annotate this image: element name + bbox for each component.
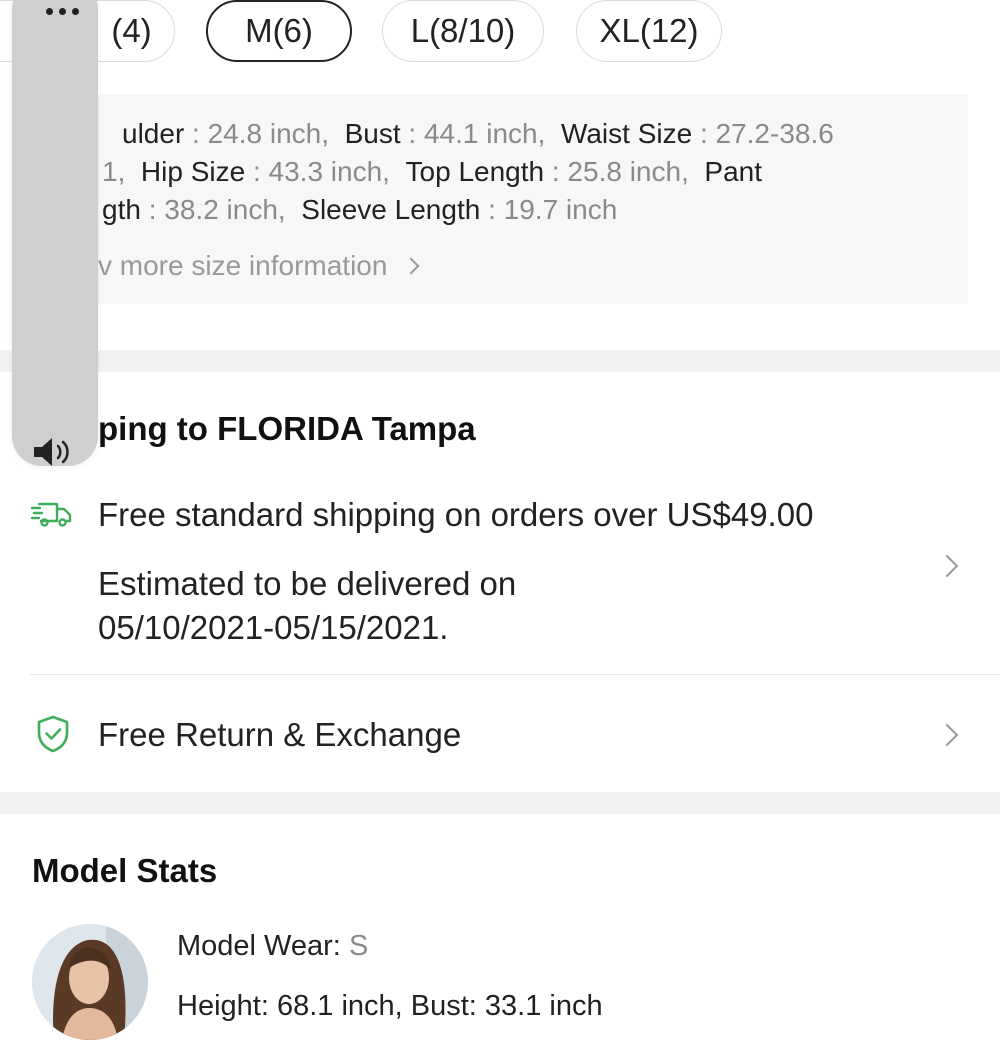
- measurement-value: : 24.8 inch,: [184, 118, 330, 149]
- size-chip-m6[interactable]: M(6): [206, 0, 352, 62]
- measurement-label: Hip Size: [140, 156, 246, 187]
- shield-check-icon: [35, 714, 71, 759]
- size-info-box: ulder : 24.8 inch, Bust : 44.1 inch, Wai…: [30, 94, 968, 304]
- chevron-right-icon: [935, 723, 959, 747]
- measurement-label: Top Length: [405, 156, 545, 187]
- measurement-value: : 44.1 inch,: [400, 118, 546, 149]
- chevron-right-icon: [935, 554, 959, 578]
- size-chip-label: M(6): [245, 12, 313, 49]
- measurement-label: Sleeve Length: [301, 194, 481, 225]
- chevron-right-icon: [402, 257, 420, 275]
- model-wear-value: S: [348, 930, 369, 962]
- size-chip-xl12[interactable]: XL(12): [576, 0, 722, 62]
- section-divider-band: [0, 350, 1000, 372]
- measurement-label: Waist Size: [560, 118, 693, 149]
- section-divider-band: [0, 792, 1000, 814]
- measurement-value: : 19.7 inch: [480, 194, 618, 225]
- model-height-row-partial: Height: 68.1 inch, Bust: 33.1 inch: [177, 990, 603, 1022]
- measurement-value: 1,: [102, 156, 126, 187]
- floating-side-panel[interactable]: [12, 0, 98, 466]
- measurement-label: ulder: [122, 118, 185, 149]
- measurement-value: : 27.2-38.6: [692, 118, 834, 149]
- measurement-value: : 25.8 inch,: [544, 156, 689, 187]
- measurement-value: : 38.2 inch,: [140, 194, 286, 225]
- size-info-line-1: ulder : 24.8 inch, Bust : 44.1 inch, Wai…: [122, 118, 834, 150]
- measurement-value: : 43.3 inch,: [245, 156, 390, 187]
- speaker-icon[interactable]: [32, 435, 78, 474]
- model-avatar: [32, 924, 148, 1040]
- truck-icon: [30, 500, 74, 535]
- row-divider: [30, 674, 1000, 675]
- model-stats-title: Model Stats: [32, 852, 218, 889]
- size-info-line-2: 1, Hip Size : 43.3 inch, Top Length : 25…: [102, 156, 762, 188]
- measurement-label: gth: [102, 194, 141, 225]
- size-chip-label: L(8/10): [410, 12, 516, 49]
- size-info-line-3: gth : 38.2 inch, Sleeve Length : 19.7 in…: [102, 194, 617, 226]
- size-chip-label: XL(12): [599, 12, 699, 49]
- free-return-label: Free Return & Exchange: [98, 716, 462, 753]
- free-shipping-text: Free standard shipping on orders over US…: [98, 496, 814, 533]
- model-wear-row: Model Wear: S: [177, 930, 368, 963]
- delivery-estimate-line-1: Estimated to be delivered on: [98, 565, 517, 602]
- size-chip-l8-10[interactable]: L(8/10): [382, 0, 544, 62]
- more-dots-icon[interactable]: [46, 8, 79, 15]
- shipping-title: ping to FLORIDA Tampa: [98, 410, 476, 447]
- measurement-label: Pant: [704, 156, 763, 187]
- more-size-info-label: v more size information: [98, 250, 388, 281]
- measurement-label: Bust: [344, 118, 401, 149]
- size-chip-label: (4): [111, 12, 152, 49]
- delivery-estimate-line-2: 05/10/2021-05/15/2021.: [98, 609, 449, 646]
- model-wear-label: Model Wear:: [177, 930, 341, 962]
- view-more-size-info-link[interactable]: v more size information: [98, 250, 420, 282]
